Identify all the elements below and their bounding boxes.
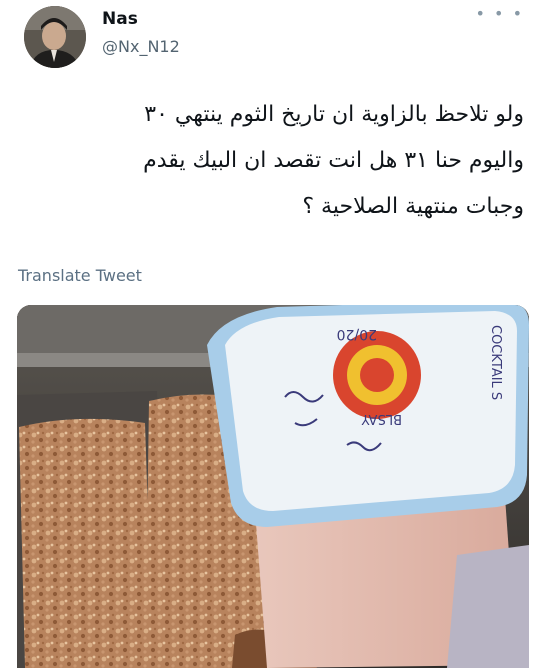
cup-code-text: BLSAY bbox=[361, 411, 402, 426]
author-handle[interactable]: @Nx_N12 bbox=[102, 37, 180, 56]
tweet-photo[interactable]: 20/20 COCKTAIL S BLSAY bbox=[17, 305, 529, 668]
cup-lid-text: COCKTAIL S bbox=[488, 325, 503, 400]
food-photo: 20/20 COCKTAIL S BLSAY bbox=[17, 305, 529, 668]
ellipsis-icon[interactable]: • • • bbox=[476, 4, 524, 23]
author-avatar[interactable] bbox=[24, 6, 86, 68]
tweet-text-line: ولو تلاحظ بالزاوية ان تاريخ الثوم ينتهي … bbox=[144, 102, 524, 127]
tweet-text: ولو تلاحظ بالزاوية ان تاريخ الثوم ينتهي … bbox=[19, 92, 524, 230]
tweet-text-line: واليوم حنا ٣١ هل انت تقصد ان البيك يقدم bbox=[143, 148, 524, 173]
avatar-photo bbox=[24, 6, 86, 68]
translate-tweet-link[interactable]: Translate Tweet bbox=[18, 266, 142, 285]
cup-date-text: 20/20 bbox=[337, 326, 377, 342]
author-name[interactable]: Nas bbox=[102, 9, 138, 29]
tweet-text-line: وجبات منتهية الصلاحية ؟ bbox=[302, 194, 524, 219]
